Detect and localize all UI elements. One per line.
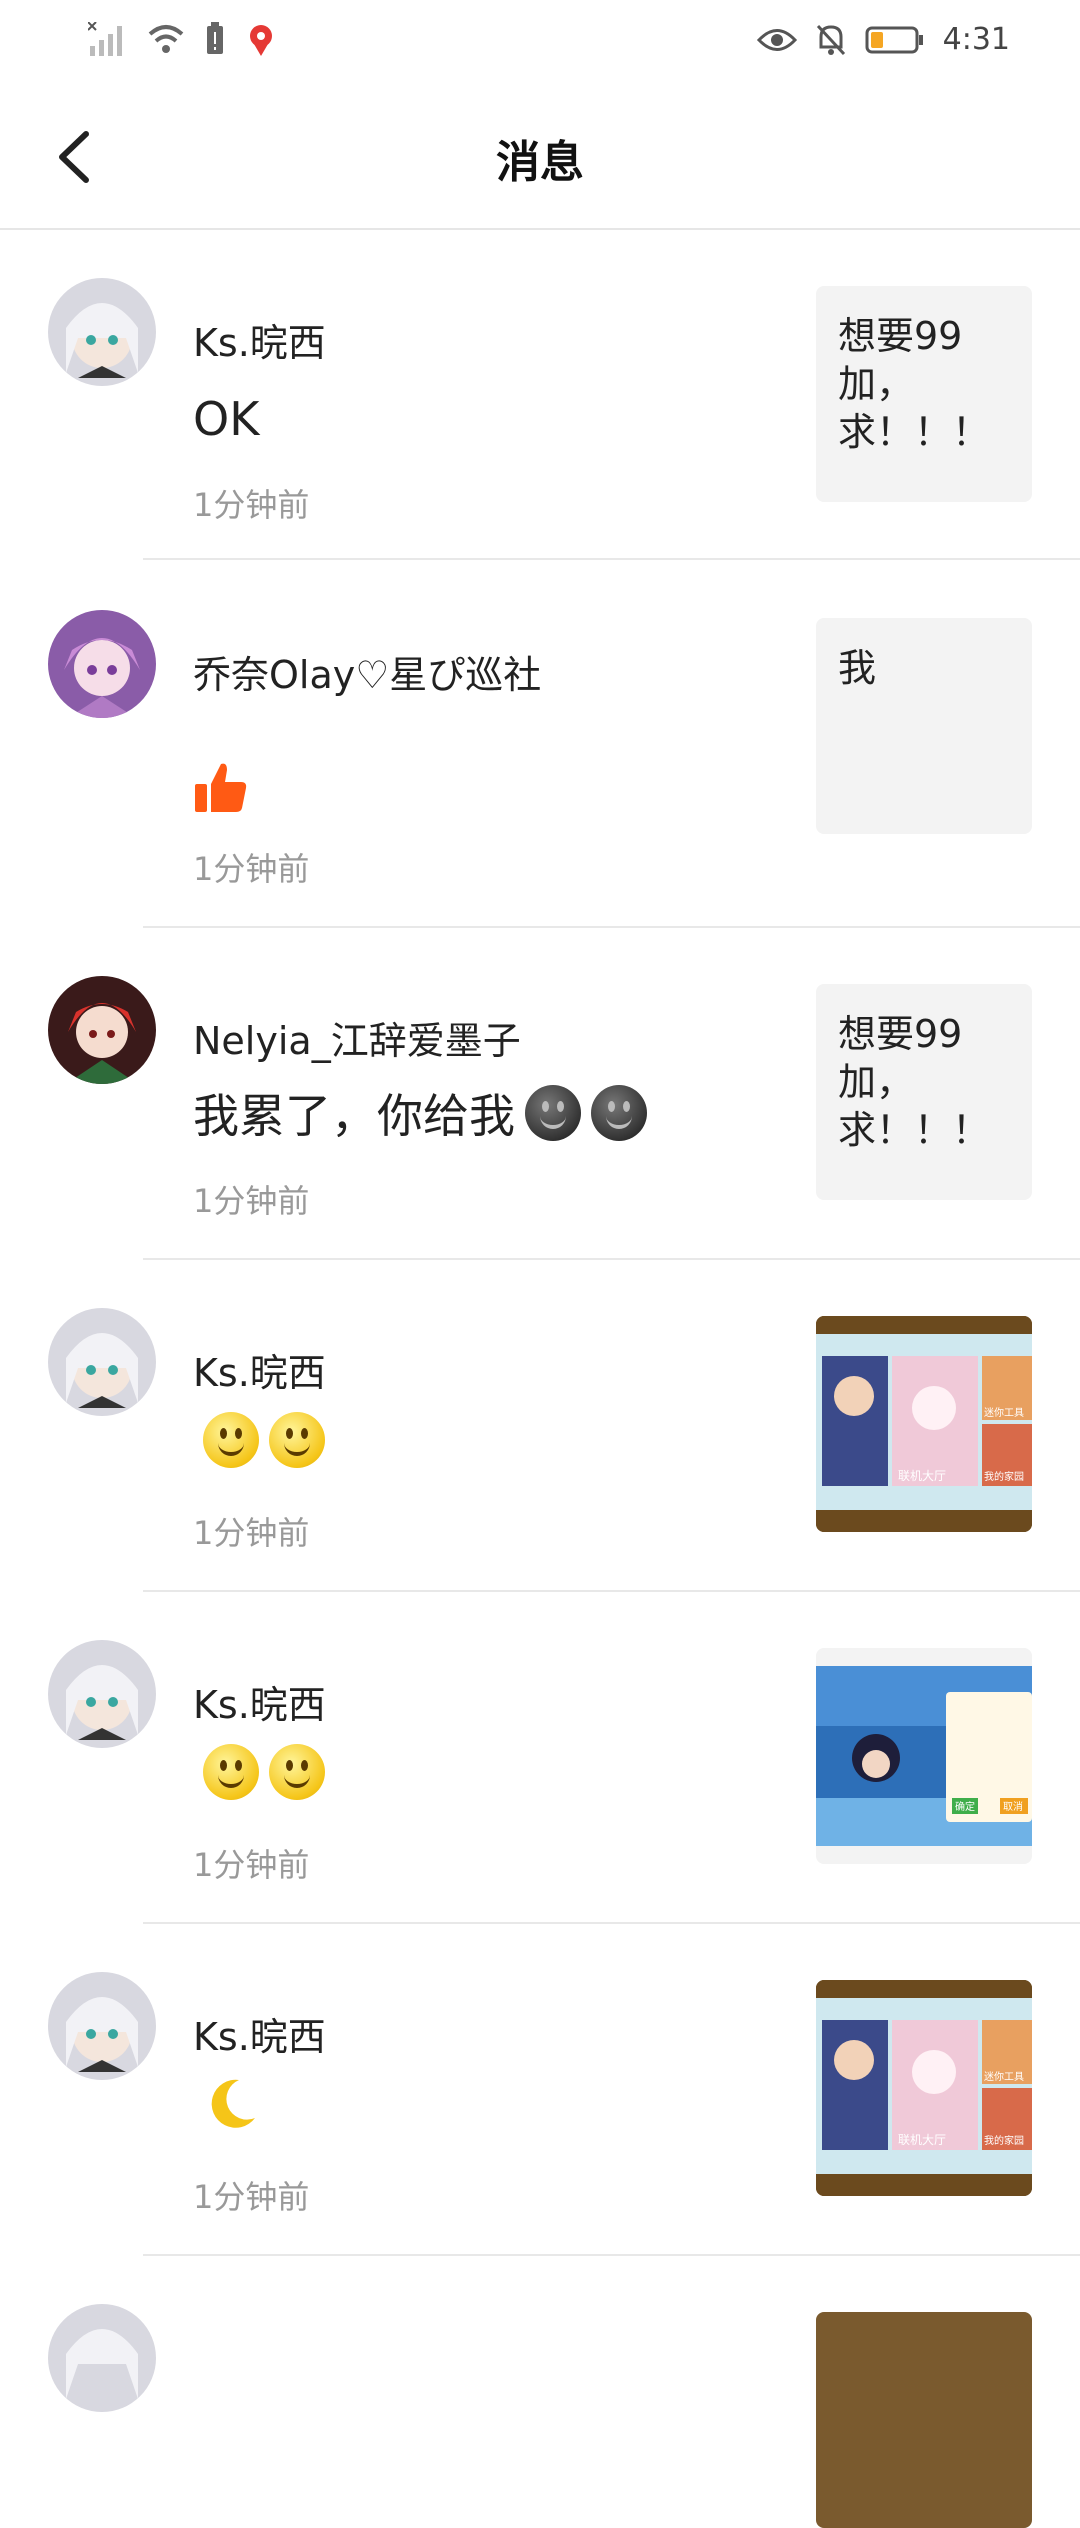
thumbnail-text: 想要99 加， 求！！！ bbox=[838, 1012, 991, 1152]
message-content bbox=[193, 760, 259, 816]
game-screenshot-image: 联机大厅 迷你工具 我的家园 bbox=[816, 1316, 1032, 1532]
sender-name: 乔奈Olay♡星ぴ巡社 bbox=[193, 653, 542, 697]
avatar[interactable] bbox=[48, 1972, 156, 2080]
message-content: 我累了，你给我 bbox=[193, 1080, 647, 1146]
sender-name: Ks.晥西 bbox=[193, 2015, 326, 2059]
smile-emoji-icon bbox=[269, 1412, 325, 1468]
dark-smile-emoji-icon bbox=[525, 1085, 581, 1141]
app-header: 消息 bbox=[0, 86, 1080, 230]
game-screenshot-image: 确定 取消 bbox=[816, 1666, 1032, 1846]
post-thumbnail[interactable] bbox=[816, 2312, 1032, 2528]
list-item[interactable]: Ks.晥西 1分钟前 联机大厅 迷你工具 我的家园 bbox=[0, 1924, 1080, 2256]
message-content bbox=[193, 1744, 325, 1800]
message-text: OK bbox=[193, 392, 260, 446]
avatar[interactable] bbox=[48, 1640, 156, 1748]
status-right-icons: 4:31 bbox=[756, 22, 1010, 57]
message-content bbox=[193, 1412, 325, 1468]
thumb-label: 迷你工具 bbox=[984, 2070, 1024, 2083]
battery-icon bbox=[865, 26, 923, 53]
smile-emoji-icon bbox=[203, 1744, 259, 1800]
message-time: 1分钟前 bbox=[193, 1846, 310, 1884]
list-item[interactable]: Ks.晥西 OK 1分钟前 想要99 加， 求！！！ bbox=[0, 230, 1080, 560]
sender-name: Ks.晥西 bbox=[193, 321, 326, 365]
eye-icon bbox=[756, 28, 797, 51]
smile-emoji-icon bbox=[203, 1412, 259, 1468]
sender-name: Nelyia_江辞爱墨子 bbox=[193, 1019, 521, 1063]
thumb-label: 迷你工具 bbox=[984, 1406, 1024, 1419]
wifi-icon bbox=[148, 25, 184, 53]
list-item[interactable]: Ks.晥西 1分钟前 联机大厅 迷你工具 我的家园 bbox=[0, 1260, 1080, 1592]
post-thumbnail[interactable]: 联机大厅 迷你工具 我的家园 bbox=[816, 1980, 1032, 2196]
signal-icon bbox=[88, 22, 122, 56]
thumb-label: 我的家园 bbox=[984, 1470, 1024, 1483]
status-bar: 4:31 bbox=[0, 0, 1080, 86]
message-time: 1分钟前 bbox=[193, 1182, 310, 1220]
avatar[interactable] bbox=[48, 610, 156, 718]
thumb-label: 联机大厅 bbox=[898, 2133, 946, 2147]
list-item[interactable]: 乔奈Olay♡星ぴ巡社 1分钟前 我 bbox=[0, 560, 1080, 928]
sender-name: Ks.晥西 bbox=[193, 1351, 326, 1395]
bell-muted-icon bbox=[816, 24, 845, 55]
battery-saver-icon bbox=[207, 22, 223, 54]
thumb-label: 取消 bbox=[1003, 1800, 1023, 1813]
message-text: 我累了，你给我 bbox=[193, 1089, 515, 1143]
post-thumbnail[interactable]: 想要99 加， 求！！！ bbox=[816, 286, 1032, 502]
page-title: 消息 bbox=[496, 137, 584, 188]
thumbs-up-icon bbox=[195, 763, 247, 812]
avatar[interactable] bbox=[48, 1308, 156, 1416]
app-notification-icon bbox=[250, 25, 272, 56]
list-item[interactable]: Ks.晥西 1分钟前 确定 取消 bbox=[0, 1592, 1080, 1924]
list-item[interactable]: Nelyia_江辞爱墨子 我累了，你给我 1分钟前 想要99 加， 求！！！ bbox=[0, 928, 1080, 1260]
sender-name: Ks.晥西 bbox=[193, 1683, 326, 1727]
post-thumbnail[interactable]: 确定 取消 bbox=[816, 1648, 1032, 1864]
post-thumbnail[interactable]: 联机大厅 迷你工具 我的家园 bbox=[816, 1316, 1032, 1532]
avatar[interactable] bbox=[48, 278, 156, 386]
thumb-label: 联机大厅 bbox=[898, 1469, 946, 1483]
avatar[interactable] bbox=[48, 2304, 156, 2412]
status-time: 4:31 bbox=[942, 22, 1010, 57]
list-item-partial[interactable] bbox=[0, 2256, 1080, 2528]
post-thumbnail[interactable]: 我 bbox=[816, 618, 1032, 834]
thumb-label: 确定 bbox=[955, 1800, 975, 1813]
smile-emoji-icon bbox=[269, 1744, 325, 1800]
message-time: 1分钟前 bbox=[193, 486, 310, 524]
status-left-icons bbox=[88, 22, 278, 58]
message-time: 1分钟前 bbox=[193, 1514, 310, 1552]
post-thumbnail[interactable]: 想要99 加， 求！！！ bbox=[816, 984, 1032, 1200]
message-content bbox=[193, 2076, 259, 2132]
message-time: 1分钟前 bbox=[193, 850, 310, 888]
thumbnail-text: 想要99 加， 求！！！ bbox=[838, 314, 991, 454]
message-time: 1分钟前 bbox=[193, 2178, 310, 2216]
message-list: Ks.晥西 OK 1分钟前 想要99 加， 求！！！ 乔奈Olay♡星ぴ巡社 1… bbox=[0, 230, 1080, 2528]
thumbnail-text: 我 bbox=[838, 646, 877, 690]
avatar[interactable] bbox=[48, 976, 156, 1084]
thumb-label: 我的家园 bbox=[984, 2134, 1024, 2147]
game-screenshot-image: 联机大厅 迷你工具 我的家园 bbox=[816, 1980, 1032, 2196]
crescent-moon-emoji-icon bbox=[211, 2079, 255, 2128]
dark-smile-emoji-icon bbox=[591, 1085, 647, 1141]
